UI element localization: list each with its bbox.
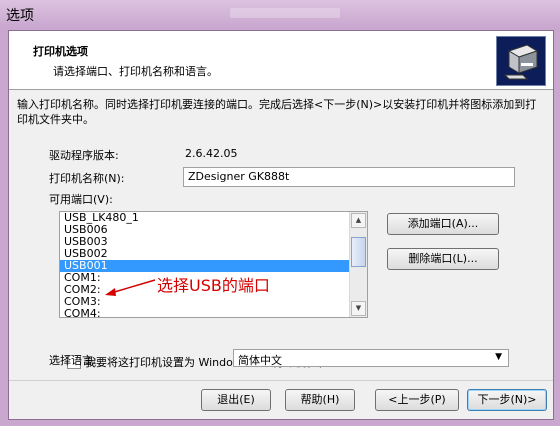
chevron-down-icon: ▼	[495, 352, 502, 362]
next-button[interactable]: 下一步(N)>	[467, 389, 547, 411]
annotation-text: 选择USB的端口	[157, 276, 270, 295]
language-selected-value: 简体中文	[238, 354, 282, 367]
title-bar: 选项	[0, 0, 560, 28]
annotation-arrow-icon	[105, 279, 156, 296]
window-title: 选项	[6, 8, 34, 24]
scroll-up-icon[interactable]: ▲	[351, 213, 366, 228]
description-text: 输入打印机名称。同时选择打印机要连接的端口。完成后选择<下一步(N)>以安装打印…	[17, 98, 537, 126]
list-item[interactable]: COM4:	[60, 308, 367, 318]
header-title: 打印机选项	[33, 45, 88, 58]
ports-scrollbar[interactable]: ▲ ▼	[349, 212, 367, 317]
scroll-down-icon[interactable]: ▼	[351, 301, 366, 316]
delete-port-button[interactable]: 删除端口(L)...	[387, 248, 499, 270]
available-ports-label: 可用端口(V):	[49, 193, 113, 206]
driver-version-value: 2.6.42.05	[185, 147, 238, 160]
driver-version-label: 驱动程序版本:	[49, 149, 119, 162]
printer-name-field[interactable]: ZDesigner GK888t	[183, 167, 515, 187]
header-subtitle: 请选择端口、打印机名称和语言。	[53, 65, 218, 78]
list-item-selected[interactable]: USB001	[60, 260, 350, 272]
title-bar-overlay	[230, 8, 340, 18]
list-item[interactable]: COM3:	[60, 296, 367, 308]
dialog-body: 打印机选项 请选择端口、打印机名称和语言。 输入打印机名称。同时选择打印机要连接…	[8, 30, 554, 420]
back-button[interactable]: <上一步(P)	[375, 389, 459, 411]
language-select[interactable]: 简体中文 ▼	[233, 349, 509, 367]
footer-divider	[9, 380, 553, 381]
exit-button[interactable]: 退出(E)	[201, 389, 271, 411]
add-port-button[interactable]: 添加端口(A)...	[387, 213, 499, 235]
printer-icon	[496, 36, 546, 86]
help-button[interactable]: 帮助(H)	[285, 389, 355, 411]
scroll-thumb[interactable]	[351, 237, 366, 267]
ports-listbox[interactable]: USB_LK480_1 USB006 USB003 USB002 USB001 …	[59, 211, 368, 318]
language-label: 选择语言:	[49, 354, 97, 367]
printer-name-label: 打印机名称(N):	[49, 172, 125, 185]
wizard-header: 打印机选项 请选择端口、打印机名称和语言。	[9, 31, 553, 90]
